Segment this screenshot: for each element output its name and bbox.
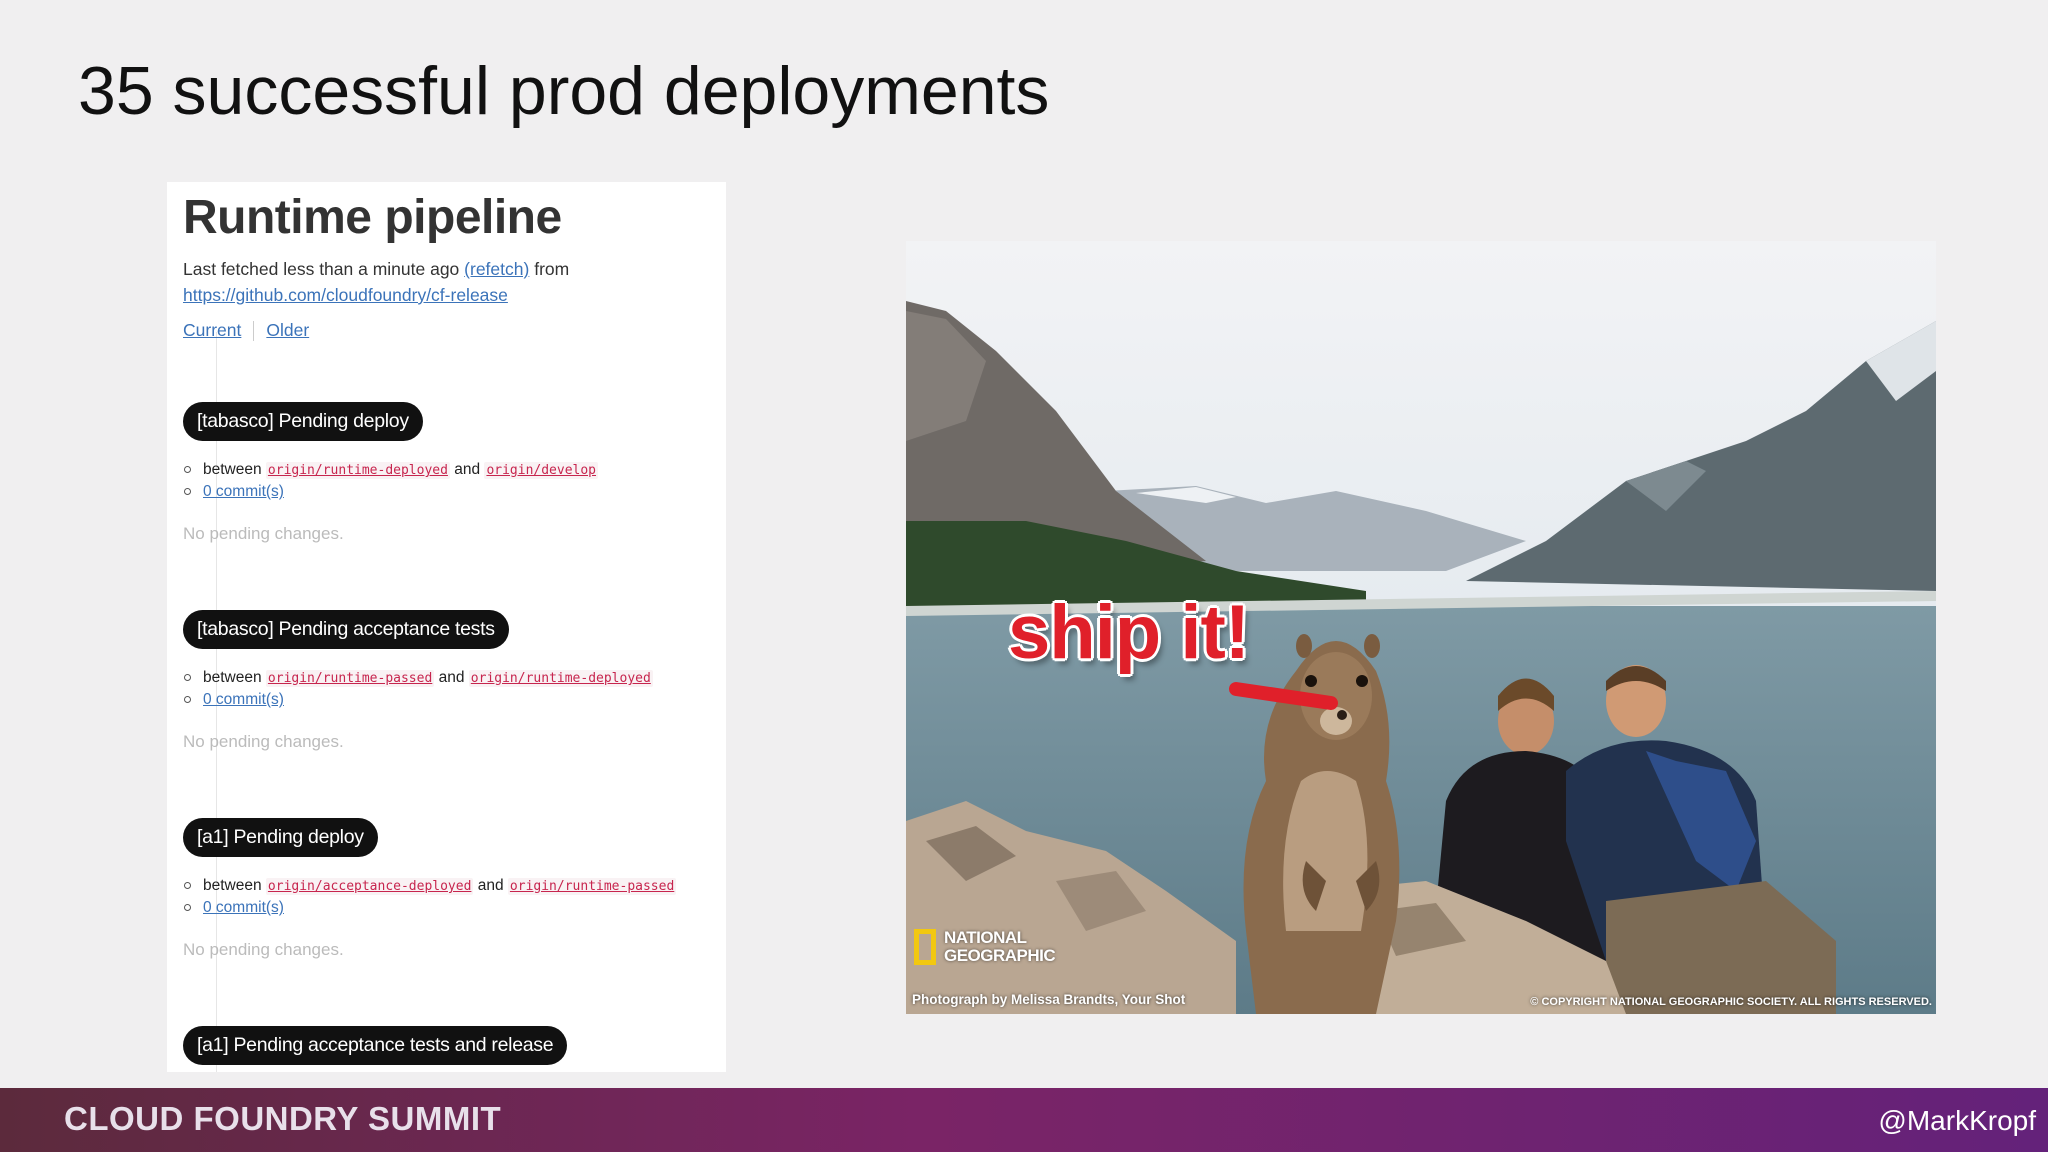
yellow-frame-icon — [914, 929, 936, 965]
no-pending-text: No pending changes. — [183, 732, 344, 751]
stage-pill: [a1] Pending acceptance tests and releas… — [183, 1026, 568, 1065]
current-link[interactable]: Current — [183, 320, 241, 340]
logo-line-2: GEOGRAPHIC — [944, 946, 1056, 965]
logo-line-1: NATIONAL — [944, 928, 1027, 947]
between-text: between — [203, 877, 262, 894]
runtime-pipeline-panel: Runtime pipeline Last fetched less than … — [167, 182, 726, 1072]
ref-b[interactable]: origin/develop — [484, 462, 599, 479]
speaker-handle: @MarkKropf — [1878, 1105, 2036, 1136]
and-text: and — [438, 669, 465, 686]
between-text: between — [203, 461, 262, 478]
stage-details: between origin/runtime-deployed and orig… — [183, 459, 723, 502]
commits-link[interactable]: 0 commit(s) — [203, 899, 284, 916]
older-link[interactable]: Older — [266, 320, 309, 340]
list-item: 0 commit(s) — [183, 481, 723, 502]
nav-divider — [253, 321, 255, 342]
stage-pill: [a1] Pending deploy — [183, 818, 378, 857]
stage-tabasco-acceptance: [tabasco] Pending acceptance tests betwe… — [183, 610, 723, 752]
list-item: between origin/acceptance-deployed and o… — [183, 875, 723, 897]
list-item: 0 commit(s) — [183, 897, 723, 918]
ref-b[interactable]: origin/runtime-passed — [507, 878, 677, 895]
stage-details: between origin/acceptance-deployed and o… — [183, 875, 723, 918]
list-item: between origin/runtime-deployed and orig… — [183, 459, 723, 481]
between-text: between — [203, 669, 262, 686]
list-item: 0 commit(s) — [183, 689, 723, 710]
slide-title: 35 successful prod deployments — [78, 53, 1050, 129]
and-text: and — [454, 461, 481, 478]
history-nav: Current Older — [183, 320, 309, 342]
stage-pill: [tabasco] Pending acceptance tests — [183, 610, 509, 649]
squirrel-photo: ship it! NATIONAL GEOGRAPHIC Photograph … — [906, 241, 1936, 1014]
no-pending-text: No pending changes. — [183, 524, 344, 543]
national-geographic-logo: NATIONAL GEOGRAPHIC — [914, 928, 1056, 965]
fetch-status: Last fetched less than a minute ago (ref… — [183, 256, 713, 308]
ref-b[interactable]: origin/runtime-deployed — [468, 670, 653, 687]
ref-a[interactable]: origin/runtime-passed — [265, 670, 435, 687]
conference-brand: CLOUD FOUNDRY SUMMIT — [64, 1100, 502, 1137]
ref-a[interactable]: origin/runtime-deployed — [265, 462, 450, 479]
fetch-status-text: Last fetched less than a minute ago — [183, 259, 460, 279]
stage-details: between origin/runtime-passed and origin… — [183, 667, 723, 710]
ref-a[interactable]: origin/acceptance-deployed — [265, 878, 474, 895]
stage-tabasco-deploy: [tabasco] Pending deploy between origin/… — [183, 402, 723, 544]
no-pending-text: No pending changes. — [183, 940, 344, 959]
and-text: and — [477, 877, 504, 894]
commits-link[interactable]: 0 commit(s) — [203, 691, 284, 708]
footer-bar: CLOUD FOUNDRY SUMMIT @MarkKropf — [0, 1088, 2048, 1152]
photo-credit: Photograph by Melissa Brandts, Your Shot — [912, 992, 1186, 1007]
from-text: from — [534, 259, 570, 279]
stage-a1-acceptance-release: [a1] Pending acceptance tests and releas… — [183, 1026, 723, 1065]
stage-pill: [tabasco] Pending deploy — [183, 402, 423, 441]
refetch-link[interactable]: (refetch) — [464, 259, 529, 279]
pipeline-heading: Runtime pipeline — [183, 191, 562, 244]
commits-link[interactable]: 0 commit(s) — [203, 483, 284, 500]
list-item: between origin/runtime-passed and origin… — [183, 667, 723, 689]
logo-text: NATIONAL GEOGRAPHIC — [944, 928, 1056, 965]
repo-link[interactable]: https://github.com/cloudfoundry/cf-relea… — [183, 285, 508, 305]
photo-copyright: © COPYRIGHT NATIONAL GEOGRAPHIC SOCIETY.… — [1530, 996, 1932, 1008]
stage-a1-deploy: [a1] Pending deploy between origin/accep… — [183, 818, 723, 960]
ship-it-caption: ship it! — [1008, 590, 1250, 675]
